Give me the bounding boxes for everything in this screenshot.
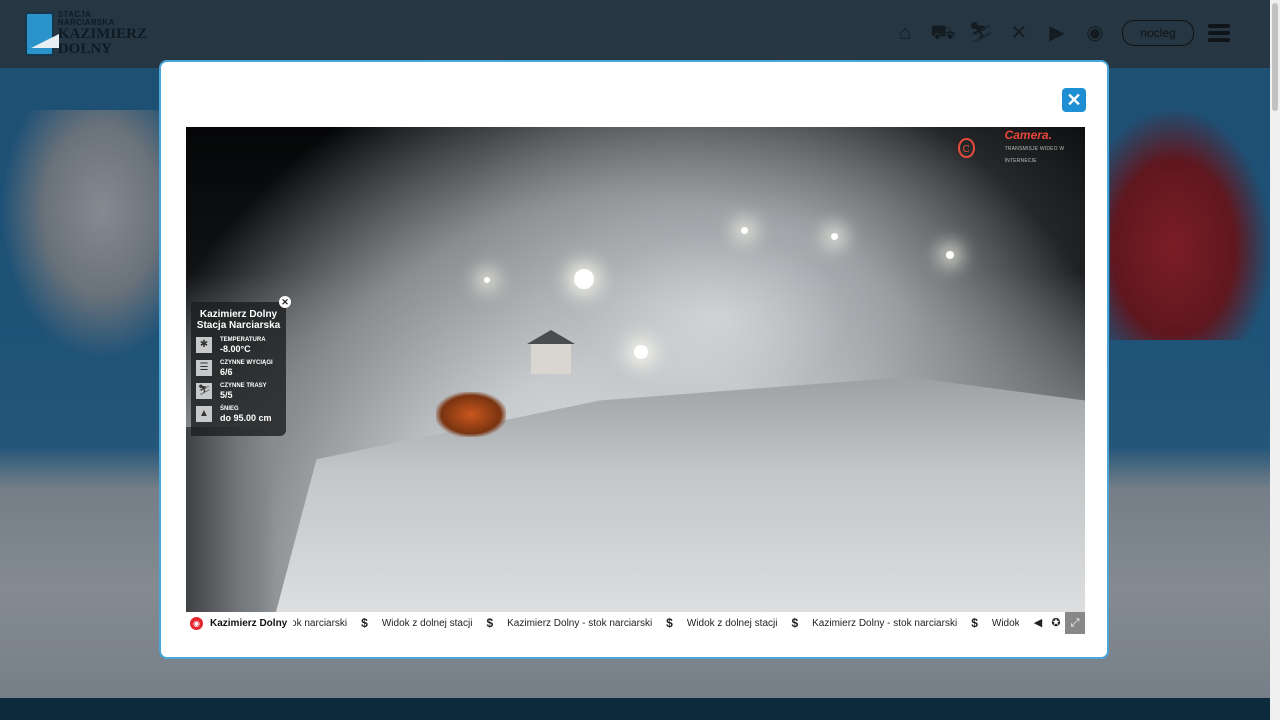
flood-light: [634, 345, 648, 359]
info-value: do 95.00 cm: [220, 413, 272, 423]
info-label: CZYNNE TRASY: [220, 383, 267, 389]
forest-edge: [186, 427, 276, 612]
ticker-item[interactable]: Widok z dolnej s: [992, 618, 1019, 629]
chairlift-icon: ☰: [196, 360, 212, 376]
flood-light: [831, 233, 838, 240]
camera-link-icon: $: [666, 616, 673, 630]
camera-link-icon: $: [361, 616, 368, 630]
close-modal-button[interactable]: ✕: [1062, 88, 1086, 112]
settings-gear-icon[interactable]: ✪: [1047, 612, 1065, 634]
info-label: TEMPERATURA: [220, 337, 266, 343]
info-panel-title: Kazimierz Dolny Stacja Narciarska: [191, 309, 286, 331]
ticker-item[interactable]: stok narciarski: [293, 618, 347, 629]
info-value: 6/6: [220, 367, 233, 377]
skier-icon[interactable]: ⛷: [968, 20, 994, 46]
ticker-items: stok narciarski $ Widok z dolnej stacji …: [293, 612, 1019, 634]
logo-line3: DOLNY: [57, 41, 112, 57]
webcam-video-frame[interactable]: C Camera. TRANSMISJE WIDEO W INTERNECIE …: [186, 127, 1085, 612]
hamburger-menu-icon[interactable]: [1208, 24, 1230, 42]
camera-brand-sub: TRANSMISJE WIDEO W INTERNECIE: [1004, 146, 1065, 164]
menu-bar: [1208, 38, 1230, 42]
ski-slope: [276, 377, 1085, 612]
info-value: 5/5: [220, 390, 233, 400]
close-info-panel-icon[interactable]: ✕: [279, 296, 291, 308]
lift-icon[interactable]: ⛟: [930, 20, 956, 46]
scrollbar-thumb[interactable]: [1272, 3, 1278, 111]
info-title-line1: Kazimierz Dolny: [199, 309, 278, 320]
lodge-icon[interactable]: ⌂: [892, 20, 918, 46]
ticker-item[interactable]: Widok z dolnej stacji: [382, 618, 473, 629]
info-label: ŚNIEG: [220, 406, 239, 412]
ticker-track: stok narciarski $ Widok z dolnej stacji …: [293, 612, 1019, 634]
live-camera-icon: ◉: [190, 616, 203, 630]
camera-link-icon: $: [791, 616, 799, 630]
flood-light: [741, 227, 748, 234]
site-logo[interactable]: STACJA NARCIARSKA KAZIMIERZ DOLNY: [25, 11, 147, 57]
slope-icon: ⛷: [196, 383, 212, 399]
camera-brand-text: Camera. TRANSMISJE WIDEO W INTERNECIE: [1005, 129, 1078, 167]
player-controls: ◀ ✪ ⤢: [1029, 612, 1085, 634]
thermometer-icon: ✱: [196, 337, 212, 353]
info-value: -8.00°C: [220, 344, 251, 354]
restaurant-icon[interactable]: ✕: [1006, 20, 1032, 46]
conditions-panel: ✕ Kazimierz Dolny Stacja Narciarska ✱ TE…: [191, 296, 291, 436]
logo-line1: STACJA NARCIARSKA: [57, 10, 115, 27]
ticker-title[interactable]: Kazimierz Dolny: [210, 618, 287, 629]
ticker-item[interactable]: Kazimierz Dolny - stok narciarski: [507, 618, 652, 629]
info-row-slopes: ⛷ CZYNNE TRASY 5/5: [196, 382, 286, 400]
snow-depth-icon: ▲: [196, 406, 212, 422]
ski-hut: [531, 342, 571, 374]
camera-brand-logo[interactable]: C Camera. TRANSMISJE WIDEO W INTERNECIE: [958, 129, 1078, 164]
page-scrollbar[interactable]: [1270, 0, 1280, 720]
location-pin-icon[interactable]: ◉: [1082, 20, 1108, 46]
info-row-snow: ▲ ŚNIEG do 95.00 cm: [196, 405, 286, 423]
logo-mountain-icon: [25, 12, 54, 56]
webcam-player[interactable]: C Camera. TRANSMISJE WIDEO W INTERNECIE …: [186, 127, 1085, 634]
camera-ticker-bar: ◉ Kazimierz Dolny stok narciarski $ Wido…: [186, 612, 1085, 634]
menu-bar: [1208, 31, 1230, 35]
site-header: STACJA NARCIARSKA KAZIMIERZ DOLNY ⌂ ⛟ ⛷ …: [0, 0, 1270, 68]
flood-light: [574, 269, 594, 289]
logo-line2: KAZIMIERZ: [57, 26, 147, 42]
camera-brand-name: Camera.: [1004, 128, 1052, 142]
fullscreen-icon[interactable]: ⤢: [1065, 612, 1085, 634]
flood-light: [484, 277, 490, 283]
webcam-modal: ✕ C Camera. TRANSMISJE WIDEO W INTERNECI…: [159, 60, 1109, 659]
video-camera-icon[interactable]: ▶: [1044, 20, 1070, 46]
info-label: CZYNNE WYCIĄGI: [220, 360, 273, 366]
menu-bar: [1208, 24, 1230, 28]
flood-light: [946, 251, 954, 259]
info-title-line2: Stacja Narciarska: [196, 320, 281, 331]
ticker-item[interactable]: Kazimierz Dolny - stok narciarski: [812, 618, 957, 629]
main-nav: ⌂ ⛟ ⛷ ✕ ▶ ◉ nocleg: [880, 20, 1230, 46]
snow-cannon: [436, 392, 506, 437]
camera-link-icon: $: [486, 616, 494, 630]
camera-brand-icon: C: [958, 138, 975, 158]
ticker-item[interactable]: Widok z dolnej stacji: [687, 618, 778, 629]
logo-text: STACJA NARCIARSKA KAZIMIERZ DOLNY: [58, 11, 147, 57]
nocleg-button[interactable]: nocleg: [1122, 20, 1194, 46]
volume-icon[interactable]: ◀: [1029, 612, 1047, 634]
camera-link-icon: $: [971, 616, 978, 630]
info-row-temperature: ✱ TEMPERATURA -8.00°C: [196, 336, 286, 354]
info-row-lifts: ☰ CZYNNE WYCIĄGI 6/6: [196, 359, 286, 377]
